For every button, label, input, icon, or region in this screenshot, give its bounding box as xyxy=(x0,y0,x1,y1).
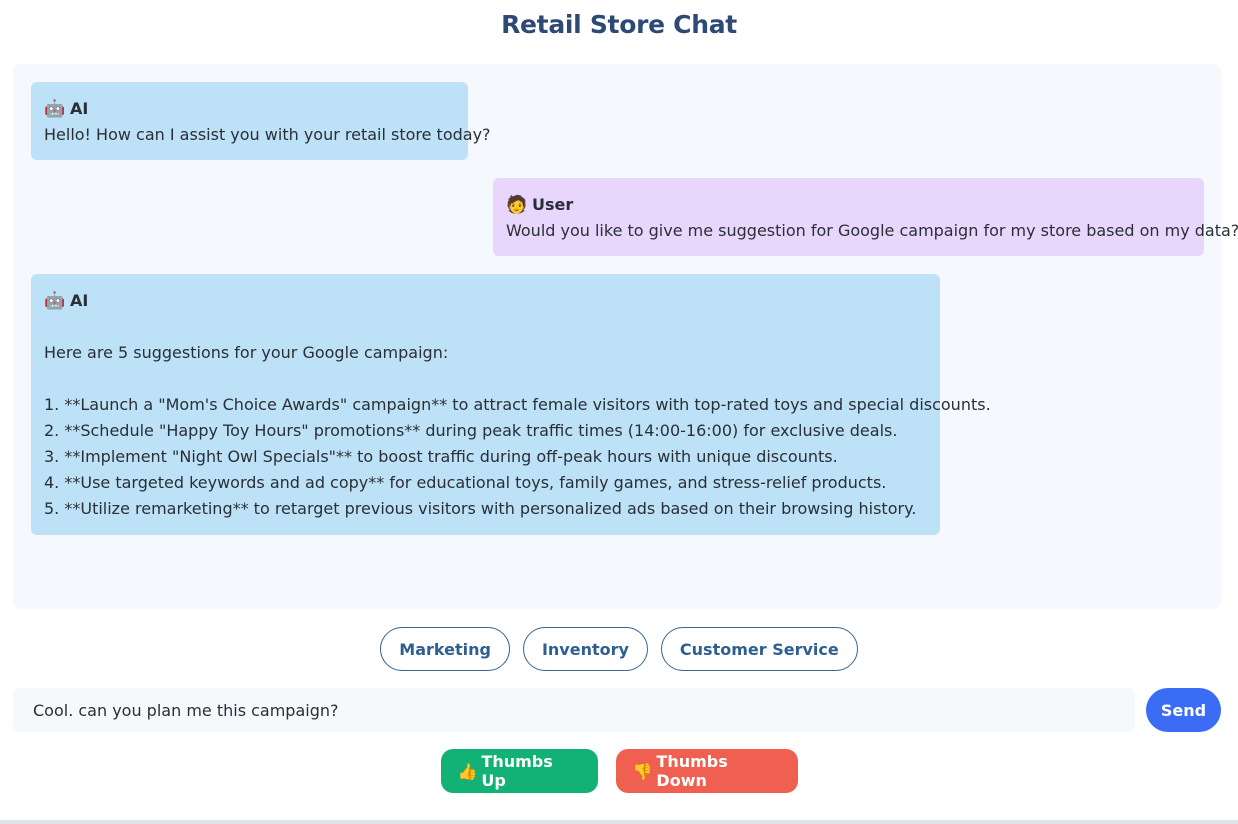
message-role: AI xyxy=(70,291,89,310)
thumbs-up-button[interactable]: 👍 Thumbs Up xyxy=(440,749,598,793)
marketing-button[interactable]: Marketing xyxy=(380,627,510,671)
thumbs-down-label: Thumbs Down xyxy=(656,752,728,790)
robot-icon: 🤖 xyxy=(44,99,66,119)
message-header: 🤖 AI xyxy=(44,96,455,122)
thumbs-up-icon: 👍 xyxy=(457,761,478,781)
thumbs-down-icon: 👎 xyxy=(632,761,653,781)
message-user: 🧑 User Would you like to give me suggest… xyxy=(493,178,1238,256)
message-role: User xyxy=(532,195,574,214)
message-text: Hello! How can I assist you with your re… xyxy=(44,125,491,144)
quick-actions: Marketing Inventory Customer Service xyxy=(0,627,1238,671)
send-button[interactable]: Send xyxy=(1146,688,1221,732)
person-icon: 🧑 xyxy=(506,195,528,215)
message-text-line: Here are 5 suggestions for your Google c… xyxy=(44,343,449,362)
message-text-line: 2. **Schedule "Happy Toy Hours" promotio… xyxy=(44,421,898,440)
page-title: Retail Store Chat xyxy=(501,10,737,39)
divider xyxy=(0,820,1238,824)
message-composer: Send xyxy=(13,688,1221,732)
message-ai: 🤖 AI Hello! How can I assist you with yo… xyxy=(31,82,491,160)
customer-service-button[interactable]: Customer Service xyxy=(660,627,858,671)
message-header: 🧑 User xyxy=(506,192,1191,218)
chat-page: Retail Store Chat 🤖 AI Hello! How can I … xyxy=(0,0,1238,824)
message-text-line: 3. **Implement "Night Owl Specials"** to… xyxy=(44,447,838,466)
message-ai: 🤖 AI Here are 5 suggestions for your Goo… xyxy=(31,274,991,535)
message-text-line: 5. **Utilize remarketing** to retarget p… xyxy=(44,499,917,518)
robot-icon: 🤖 xyxy=(44,291,66,311)
message-role: AI xyxy=(70,99,89,118)
message-header: 🤖 AI xyxy=(44,288,927,314)
message-text-line xyxy=(44,366,927,392)
message-text-line xyxy=(44,314,927,340)
message-text-line: 4. **Use targeted keywords and ad copy**… xyxy=(44,473,887,492)
feedback-controls: 👍 Thumbs Up 👎 Thumbs Down xyxy=(0,749,1238,793)
chat-history[interactable]: 🤖 AI Hello! How can I assist you with yo… xyxy=(13,64,1238,609)
message-text-line: 1. **Launch a "Mom's Choice Awards" camp… xyxy=(44,395,991,414)
thumbs-up-label: Thumbs Up xyxy=(481,752,553,790)
message-text: Would you like to give me suggestion for… xyxy=(506,221,1238,240)
thumbs-down-button[interactable]: 👎 Thumbs Down xyxy=(615,749,798,793)
message-input[interactable] xyxy=(13,688,1135,732)
inventory-button[interactable]: Inventory xyxy=(522,627,648,671)
